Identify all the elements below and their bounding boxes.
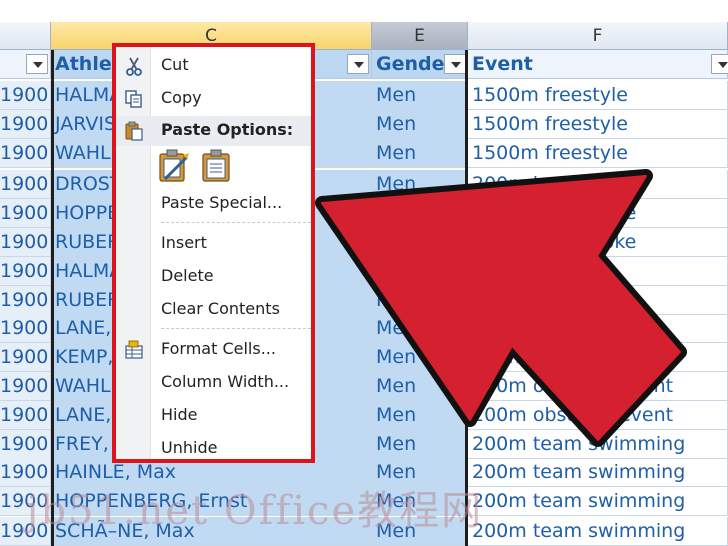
menu-item-paste-special[interactable]: Paste Special...: [116, 189, 311, 219]
menu-label-paste-options: Paste Options:: [161, 120, 294, 139]
menu-separator: [161, 328, 311, 329]
menu-item-clear-contents[interactable]: Clear Contents: [116, 295, 311, 325]
menu-label-paste-special: Paste Special...: [161, 193, 283, 212]
copy-icon: [125, 90, 142, 108]
menu-label-cut: Cut: [161, 55, 189, 74]
menu-label-insert: Insert: [161, 233, 207, 252]
menu-item-hide[interactable]: Hide: [116, 401, 311, 431]
menu-label-column-width: Column Width...: [161, 372, 290, 391]
menu-label-copy: Copy: [161, 88, 202, 107]
paste-values-icon[interactable]: [200, 149, 234, 183]
watermark: jb51.net Office教程网: [26, 488, 484, 534]
menu-item-column-width[interactable]: Column Width...: [116, 368, 311, 398]
format-cells-icon: [125, 340, 143, 359]
menu-label-unhide: Unhide: [161, 438, 218, 457]
menu-item-delete[interactable]: Delete: [116, 262, 311, 292]
menu-label-hide: Hide: [161, 405, 198, 424]
menu-section-paste-options: Paste Options:: [116, 116, 311, 146]
menu-item-copy[interactable]: Copy: [116, 84, 311, 114]
menu-item-insert[interactable]: Insert: [116, 229, 311, 259]
menu-label-clear-contents: Clear Contents: [161, 299, 280, 318]
menu-item-unhide[interactable]: Unhide: [116, 434, 311, 464]
menu-separator: [161, 222, 311, 223]
paste-icon: [125, 121, 143, 141]
menu-label-format-cells: Format Cells...: [161, 339, 276, 358]
menu-label-delete: Delete: [161, 266, 214, 285]
menu-item-format-cells[interactable]: Format Cells...: [116, 335, 311, 365]
menu-item-cut[interactable]: Cut: [116, 51, 311, 81]
red-arrow-annotation: [315, 169, 687, 447]
scissors-icon: [126, 57, 142, 76]
paste-formatting-icon[interactable]: [157, 149, 191, 183]
context-menu: Cut Copy Paste Options: Paste Special...…: [112, 43, 315, 463]
